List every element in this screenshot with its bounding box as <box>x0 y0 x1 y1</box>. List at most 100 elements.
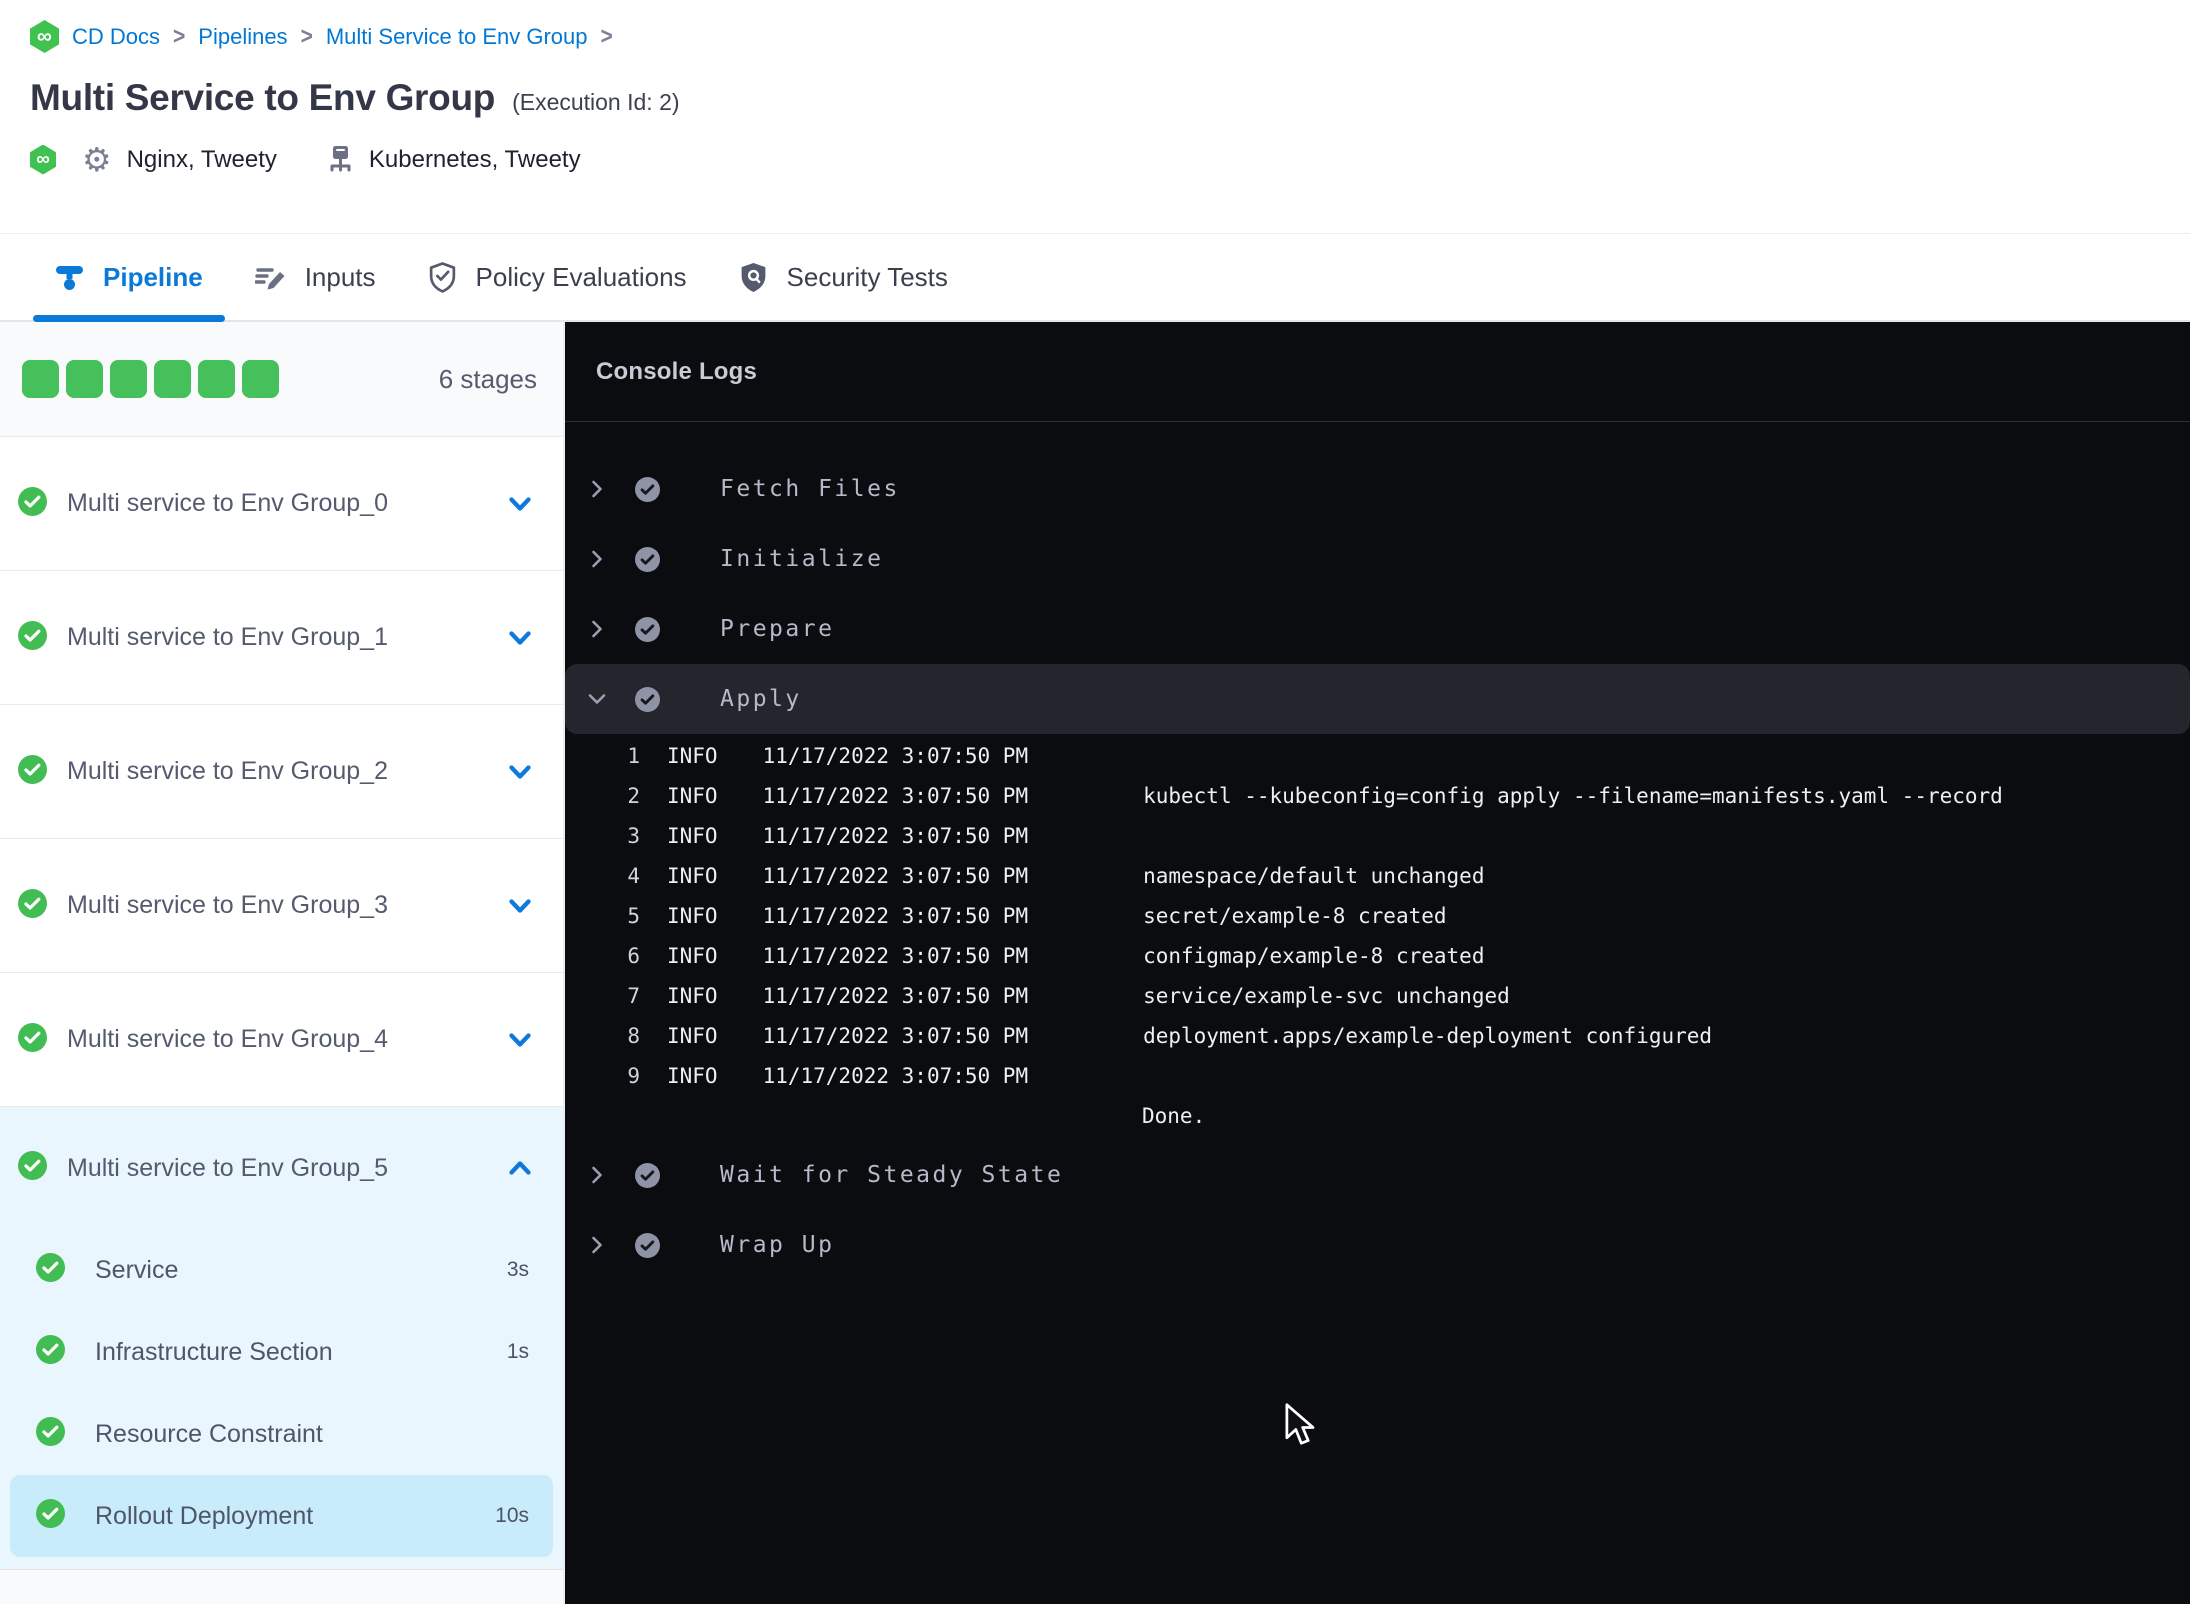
console-step-row[interactable]: Wait for Steady State <box>565 1140 2190 1210</box>
stage-label: Multi service to Env Group_3 <box>67 891 388 919</box>
log-timestamp: 11/17/2022 3:07:50 PM <box>762 744 1029 768</box>
kubernetes-icon <box>330 145 351 171</box>
success-check-icon <box>18 1022 47 1052</box>
services-group: ⚙ Nginx, Tweety <box>82 143 277 176</box>
breadcrumb-link-pipelines[interactable]: Pipelines <box>198 24 287 50</box>
page-header: ∞ CD Docs > Pipelines > Multi Service to… <box>0 0 2190 233</box>
stage-status-icon <box>18 620 47 655</box>
chevron-right-icon[interactable] <box>585 547 609 571</box>
chevron-right-icon[interactable] <box>585 477 609 501</box>
step-duration: 10s <box>495 1504 529 1527</box>
tab-security-tests[interactable]: Security Tests <box>717 234 970 320</box>
breadcrumb-link-pipeline-name[interactable]: Multi Service to Env Group <box>326 24 588 50</box>
step-duration: 3s <box>506 1258 529 1281</box>
stage-status-square <box>198 360 235 398</box>
log-line-number: 6 <box>627 944 640 968</box>
log-line: 6 INFO 11/17/2022 3:07:50 PM configmap/e… <box>565 936 2190 976</box>
console-step-label: Prepare <box>720 616 835 642</box>
tab-inputs[interactable]: Inputs <box>233 234 398 320</box>
tab-policy-evaluations[interactable]: Policy Evaluations <box>406 234 709 320</box>
breadcrumb-separator-icon: > <box>300 22 313 50</box>
step-duration: 1s <box>506 1340 529 1363</box>
log-level: INFO <box>667 944 718 968</box>
console-title: Console Logs <box>596 357 758 385</box>
console-step-label: Wrap Up <box>720 1232 835 1258</box>
console-step-row[interactable]: Initialize <box>565 524 2190 594</box>
stage-label: Multi service to Env Group_2 <box>67 757 388 785</box>
step-success-icon <box>635 616 660 642</box>
chevron-down-icon[interactable] <box>503 621 537 655</box>
log-level: INFO <box>667 744 718 768</box>
log-line: 8 INFO 11/17/2022 3:07:50 PM deployment.… <box>565 1016 2190 1056</box>
security-shield-icon <box>741 262 765 292</box>
log-line-number: 3 <box>627 824 640 848</box>
stage-row[interactable]: Multi service to Env Group_2 <box>0 705 563 839</box>
log-message: configmap/example-8 created <box>1143 944 1485 968</box>
step-success-icon <box>635 1162 660 1188</box>
infrastructure-group: Kubernetes, Tweety <box>327 145 581 175</box>
log-level: INFO <box>667 1024 718 1048</box>
chevron-right-icon[interactable] <box>585 1163 609 1187</box>
tab-label: Pipeline <box>103 261 203 292</box>
breadcrumb-separator-icon: > <box>600 22 613 50</box>
chevron-right-icon[interactable] <box>585 617 609 641</box>
chevron-down-icon[interactable] <box>503 1023 537 1057</box>
log-footer: Done. <box>1142 1104 1206 1128</box>
stage-status-icon <box>18 486 47 521</box>
log-timestamp: 11/17/2022 3:07:50 PM <box>762 864 1029 888</box>
infrastructure-label: Kubernetes, Tweety <box>368 145 581 173</box>
inputs-icon <box>254 268 285 290</box>
log-timestamp: 11/17/2022 3:07:50 PM <box>762 784 1029 808</box>
policy-shield-icon <box>429 261 455 293</box>
console-logs-panel: Console Logs Fetch Files Initialize Prep… <box>565 322 2190 1604</box>
success-check-icon <box>18 1151 47 1180</box>
tab-bar: Pipeline Inputs Policy Evaluations Secur… <box>0 233 2190 322</box>
stages-summary: 6 stages <box>0 322 563 437</box>
console-step-row[interactable]: Apply <box>565 664 2190 734</box>
execution-step-row[interactable]: Service 3s <box>10 1229 553 1311</box>
stage-status-square <box>22 360 59 398</box>
stage-status-square <box>154 360 191 398</box>
console-step-label: Initialize <box>720 546 884 572</box>
console-step-row[interactable]: Prepare <box>565 594 2190 664</box>
stage-row[interactable]: Multi service to Env Group_5 <box>0 1107 563 1229</box>
log-line: 2 INFO 11/17/2022 3:07:50 PM kubectl --k… <box>565 776 2190 816</box>
console-step-list: Fetch Files Initialize Prepare Apply 1 I… <box>565 422 2190 1280</box>
step-success-icon <box>635 546 660 572</box>
log-line-number: 1 <box>627 744 640 768</box>
stage-status-icon <box>18 1022 47 1057</box>
stage-row[interactable]: Multi service to Env Group_4 <box>0 973 563 1107</box>
log-timestamp: 11/17/2022 3:07:50 PM <box>762 1024 1029 1048</box>
step-label: Service <box>95 1255 179 1284</box>
execution-id: (Execution Id: 2) <box>512 89 680 115</box>
chevron-up-icon[interactable] <box>503 1151 537 1185</box>
stage-label: Multi service to Env Group_5 <box>67 1153 388 1182</box>
stage-status-squares <box>22 360 279 398</box>
execution-step-row[interactable]: Infrastructure Section 1s <box>10 1311 553 1393</box>
chevron-down-icon[interactable] <box>503 755 537 789</box>
stage-count-label: 6 stages <box>438 363 537 394</box>
breadcrumb-link-cd-docs[interactable]: CD Docs <box>72 24 160 50</box>
chevron-down-icon[interactable] <box>503 889 537 923</box>
tab-pipeline[interactable]: Pipeline <box>33 234 225 322</box>
stage-row[interactable]: Multi service to Env Group_3 <box>0 839 563 973</box>
chevron-down-icon[interactable] <box>503 487 537 521</box>
log-level: INFO <box>667 904 718 928</box>
log-line: 9 INFO 11/17/2022 3:07:50 PM <box>565 1056 2190 1096</box>
execution-step-row[interactable]: Resource Constraint <box>10 1393 553 1475</box>
log-line-number: 9 <box>627 1064 640 1088</box>
content-body: 6 stages Multi service to Env Group_0 Mu… <box>0 322 2190 1604</box>
console-step-label: Fetch Files <box>720 476 900 502</box>
console-step-row[interactable]: Fetch Files <box>565 454 2190 524</box>
chevron-right-icon[interactable] <box>585 687 609 711</box>
success-check-icon <box>36 1499 65 1528</box>
log-message: namespace/default unchanged <box>1143 864 1485 888</box>
chevron-right-icon[interactable] <box>585 1233 609 1257</box>
console-step-row[interactable]: Wrap Up <box>565 1210 2190 1280</box>
stage-row[interactable]: Multi service to Env Group_1 <box>0 571 563 705</box>
execution-step-row[interactable]: Rollout Deployment 10s <box>10 1475 553 1557</box>
log-line: 7 INFO 11/17/2022 3:07:50 PM service/exa… <box>565 976 2190 1016</box>
stage-row[interactable]: Multi service to Env Group_0 <box>0 437 563 571</box>
stage-label: Multi service to Env Group_0 <box>67 489 388 517</box>
stage-label: Multi service to Env Group_4 <box>67 1025 388 1053</box>
